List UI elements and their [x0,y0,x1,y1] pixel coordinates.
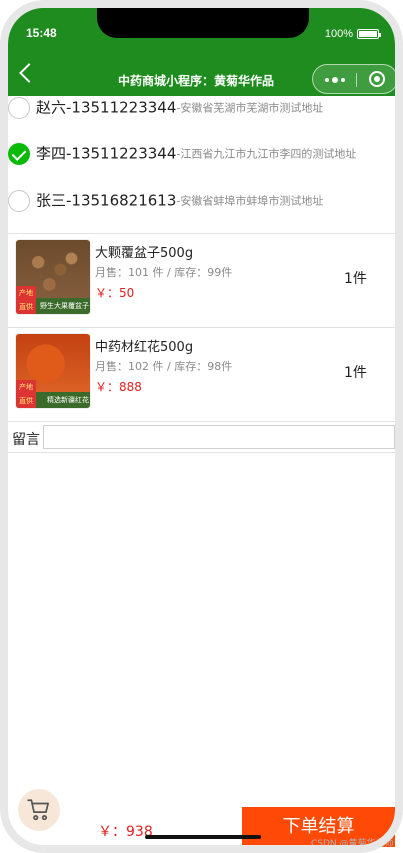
address-detail: -安徽省芜湖市芜湖市测试地址 [176,101,324,115]
address-option[interactable]: 赵六-13511223344-安徽省芜湖市芜湖市测试地址 [8,97,395,119]
product-price: ￥：888 [95,380,142,394]
memo-label: 留言 [12,432,40,448]
radio-checked-icon[interactable] [8,143,30,165]
chevron-left-icon[interactable] [19,63,39,83]
status-time: 15:48 [26,26,57,40]
cart-icon[interactable] [18,789,60,831]
memo-row: 留言 [8,424,395,452]
product-stats: 月售：101 件 / 库存：99件 [95,266,233,279]
cart-item[interactable]: 野生大果覆盆子 产地直供 大颗覆盆子500g 月售：101 件 / 库存：99件… [8,234,395,328]
address-detail: -江西省九江市九江市李四的测试地址 [176,147,357,161]
product-name[interactable]: 中药材红花500g [95,336,193,355]
address-detail: -安徽省蚌埠市蚌埠市测试地址 [176,194,324,208]
home-indicator[interactable] [145,835,261,839]
image-tag: 产地直供 [16,380,36,408]
image-tag: 产地直供 [16,286,36,314]
menu-capsule [312,64,398,94]
product-quantity: 1件 [344,271,367,287]
product-name[interactable]: 大颗覆盆子500g [95,242,193,261]
radio-icon[interactable] [8,190,30,212]
battery-percent: 100% [324,28,353,40]
address-name: 张三-13516821613 [36,191,177,210]
address-option[interactable]: 李四-13511223344-江西省九江市九江市李四的测试地址 [8,143,395,165]
product-quantity: 1件 [344,365,367,381]
capsule-divider [356,73,357,87]
product-image[interactable]: 野生大果覆盆子 产地直供 [15,239,91,315]
product-image[interactable]: 精选新疆红花 产地直供 [15,333,91,409]
address-name: 赵六-13511223344 [36,98,177,117]
battery-icon [357,29,381,39]
memo-input[interactable] [43,425,395,449]
status-battery: 100% [324,28,381,40]
divider [8,452,395,453]
product-price: ￥：50 [95,286,135,300]
product-stats: 月售：102 件 / 库存：98件 [95,360,233,373]
target-circle-icon[interactable] [369,71,385,87]
radio-icon[interactable] [8,97,30,119]
divider [8,421,395,422]
cart-item[interactable]: 精选新疆红花 产地直供 中药材红花500g 月售：102 件 / 库存：98件 … [8,328,395,422]
phone-screen: 15:48 100% 中药商城小程序：黄菊华作品 赵六-13511223344-… [0,0,403,853]
address-option[interactable]: 张三-13516821613-安徽省蚌埠市蚌埠市测试地址 [8,190,395,212]
page-title: 中药商城小程序：黄菊华作品 [118,74,275,88]
address-name: 李四-13511223344 [36,144,177,163]
more-dots-icon[interactable] [325,77,345,83]
device-notch [97,4,309,38]
watermark: CSDN @黄菊华老师 [311,839,394,849]
